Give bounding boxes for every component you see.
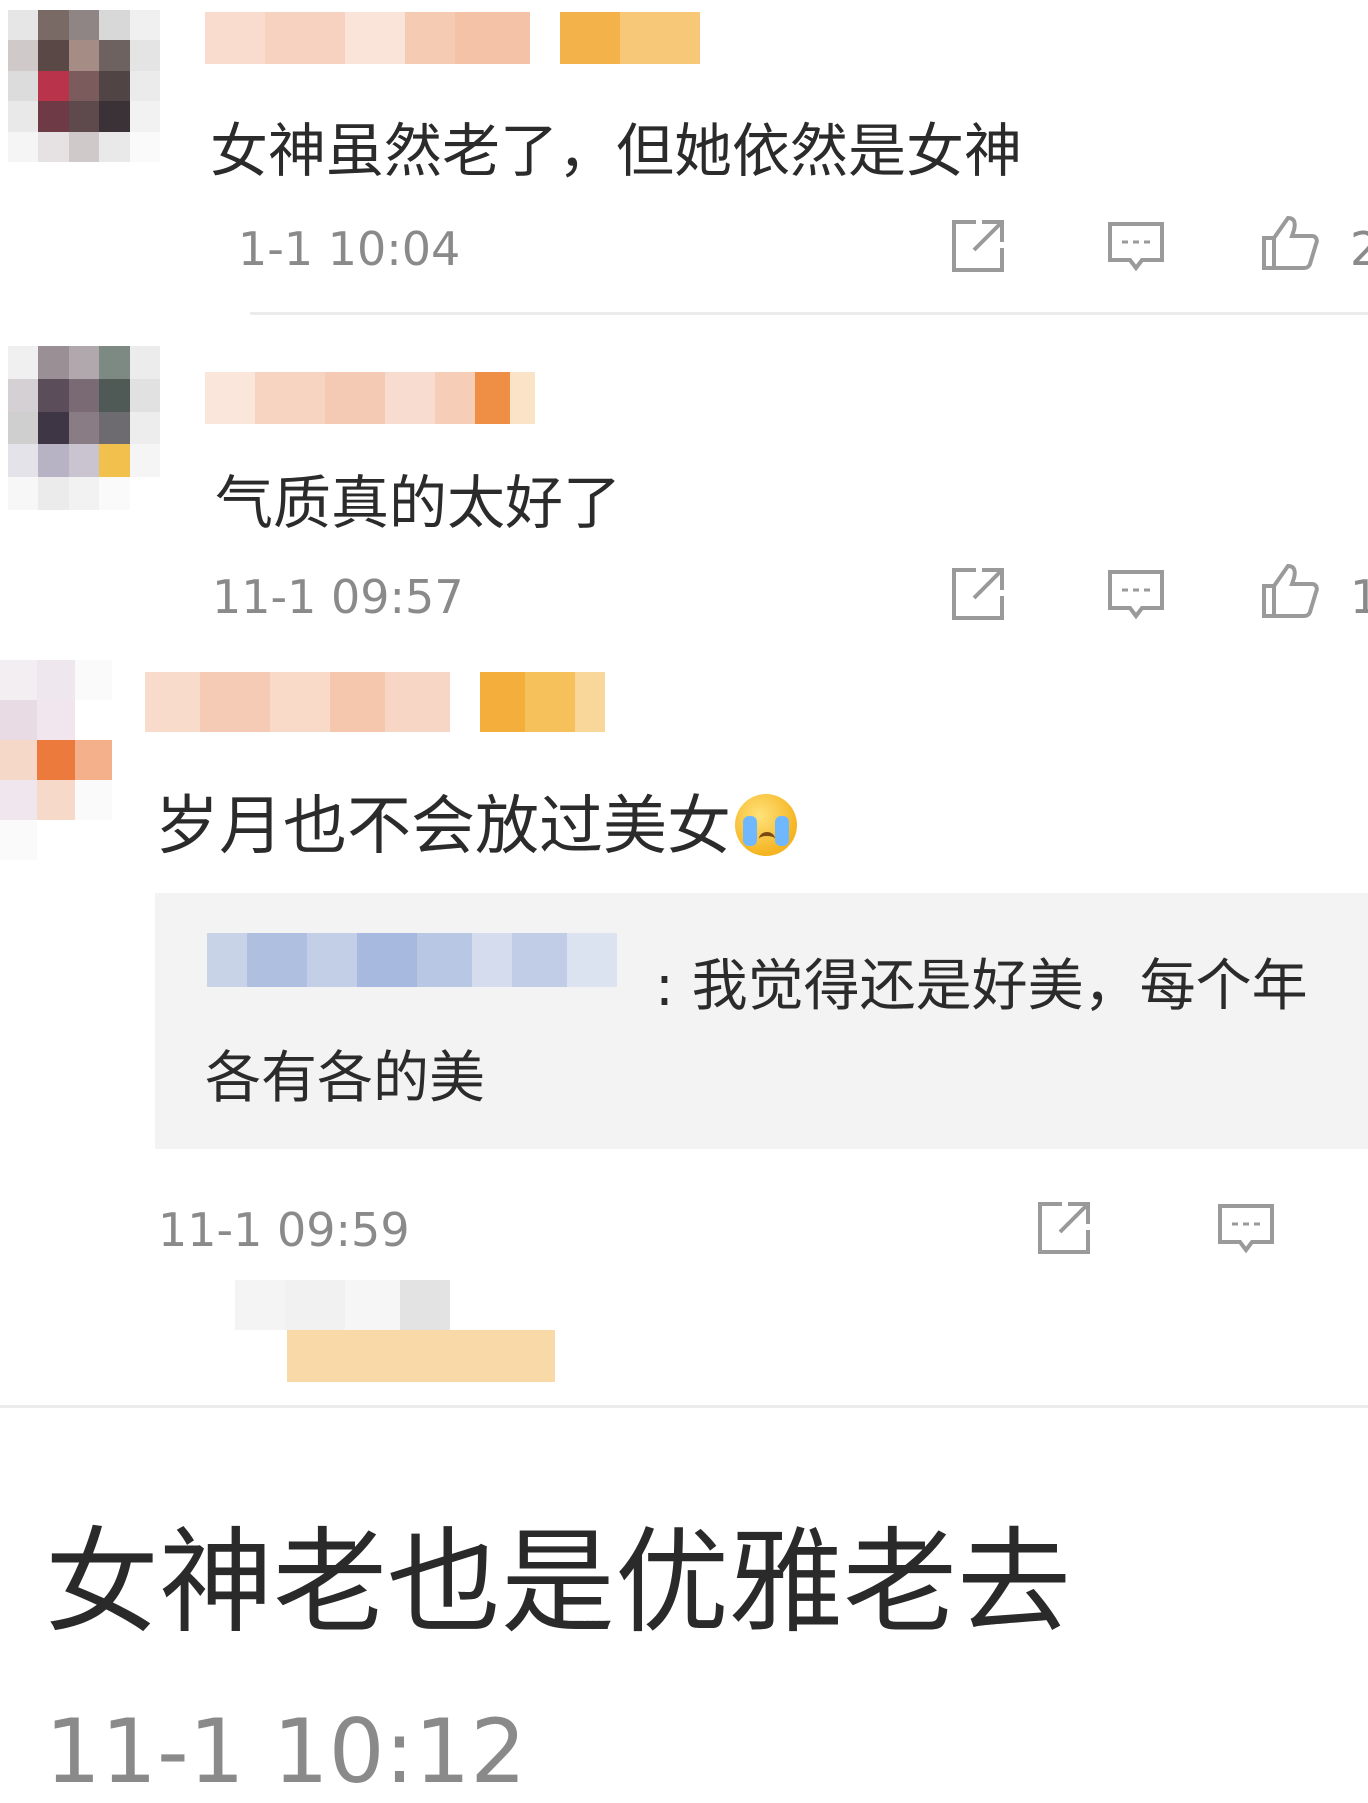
comment-text: 女神老也是优雅老去 — [45, 1516, 1072, 1649]
username-blurred[interactable] — [145, 672, 605, 732]
comment-text: 女神虽然老了，但她依然是女神 — [210, 117, 1023, 185]
username-blurred[interactable] — [235, 1280, 450, 1330]
share-icon[interactable] — [946, 562, 1010, 626]
comment-icon[interactable] — [1214, 1196, 1278, 1260]
comment-time: 11-1 09:57 — [212, 570, 464, 624]
username-blurred[interactable] — [205, 12, 700, 64]
avatar[interactable] — [8, 10, 160, 162]
divider — [250, 312, 1368, 315]
comment-text-body: 岁月也不会放过美女 — [155, 790, 731, 864]
share-icon[interactable] — [1032, 1196, 1096, 1260]
avatar[interactable] — [0, 660, 112, 860]
comment-time: 1-1 10:04 — [238, 222, 461, 276]
like-count: 2 — [1350, 222, 1368, 276]
reply-username-blurred[interactable] — [207, 933, 617, 987]
comment-text: 岁月也不会放过美女 — [155, 775, 797, 867]
like-icon[interactable] — [1258, 558, 1322, 622]
comment-icon[interactable] — [1104, 562, 1168, 626]
username-blurred-highlight[interactable] — [287, 1330, 555, 1382]
crying-face-emoji — [735, 794, 797, 856]
reply-text-line1: : 我觉得还是好美，每个年 — [655, 954, 1308, 1019]
share-icon[interactable] — [946, 214, 1010, 278]
comment-text: 气质真的太好了 — [215, 469, 622, 537]
comment-icon[interactable] — [1104, 214, 1168, 278]
like-icon[interactable] — [1258, 210, 1322, 274]
reply-text-line2: 各有各的美 — [205, 1046, 485, 1111]
avatar[interactable] — [8, 346, 160, 510]
comment-time: 11-1 10:12 — [45, 1700, 527, 1803]
reply-preview[interactable]: : 我觉得还是好美，每个年 各有各的美 — [155, 893, 1368, 1149]
like-count: 1 — [1350, 570, 1368, 624]
comment-time: 11-1 09:59 — [158, 1203, 410, 1257]
username-blurred[interactable] — [205, 372, 535, 424]
divider — [0, 1405, 1368, 1408]
